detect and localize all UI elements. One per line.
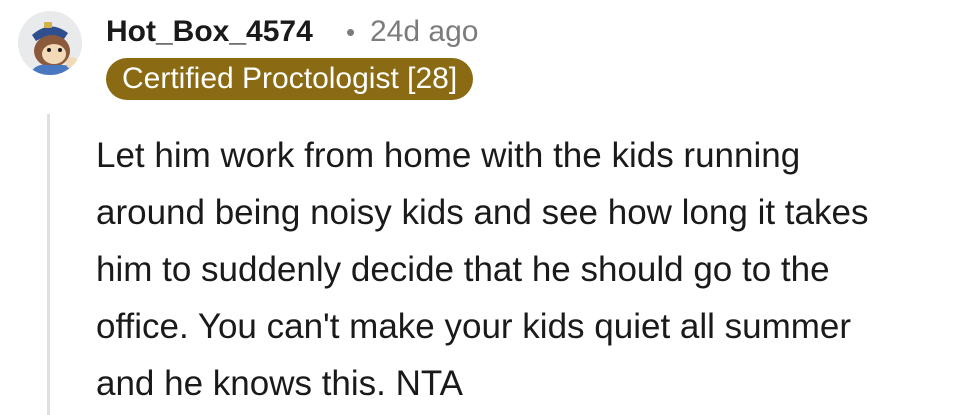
- meta-separator: •: [346, 17, 356, 47]
- comment-body: Let him work from home with the kids run…: [96, 127, 958, 412]
- user-flair-badge: Certified Proctologist [28]: [106, 58, 474, 100]
- avatar-icon: [18, 11, 82, 75]
- comment-body-line: and he knows this. NTA: [96, 364, 464, 403]
- thread-collapse-line[interactable]: [47, 114, 50, 415]
- comment-body-line: office. You can't make your kids quiet a…: [96, 307, 852, 346]
- comment-body-line: him to suddenly decide that he should go…: [96, 250, 830, 289]
- comment-age: 24d ago: [370, 15, 479, 48]
- username-link[interactable]: Hot_Box_4574: [106, 12, 313, 52]
- avatar[interactable]: [18, 11, 82, 75]
- comment: Hot_Box_4574 • 24d ago Certified Proctol…: [0, 0, 963, 415]
- comment-body-line: Let him work from home with the kids run…: [96, 136, 801, 175]
- comment-body-line: around being noisy kids and see how long…: [96, 193, 869, 232]
